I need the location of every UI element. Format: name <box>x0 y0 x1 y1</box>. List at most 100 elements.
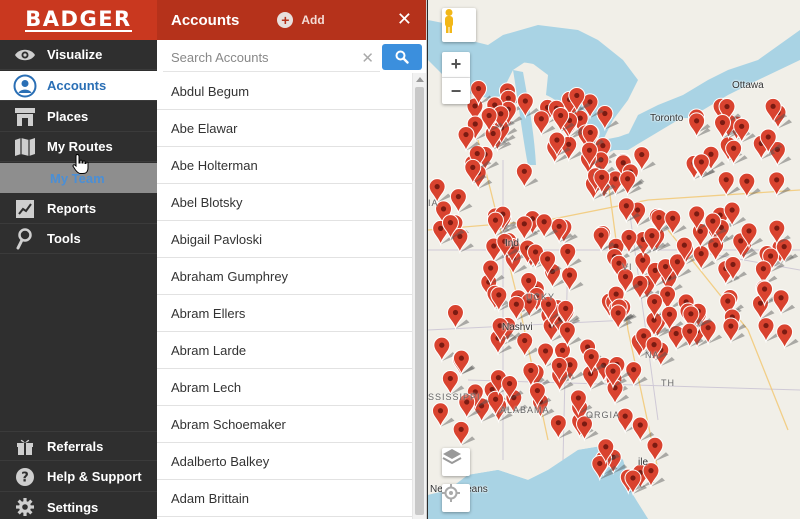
map-pin-dot <box>532 249 539 255</box>
map-pin-dot <box>577 115 583 121</box>
nav-item-reports[interactable]: Reports <box>0 194 157 224</box>
nav-item-label: Places <box>47 109 89 124</box>
nav-item-label: Visualize <box>47 47 103 62</box>
nav-item-label: Help & Support <box>47 469 142 484</box>
nav-item-label: Tools <box>47 231 81 246</box>
map-label-nashvi: Nashvi <box>502 322 533 333</box>
map-label-orgia: ORGIA <box>586 410 621 420</box>
map-pin-dot <box>498 111 504 117</box>
storefront-icon <box>13 105 37 129</box>
nav-item-label: Accounts <box>47 78 107 93</box>
map-pin-dot <box>622 413 628 419</box>
map-pin-dot <box>731 145 737 151</box>
account-list-item[interactable]: Adam Brittain <box>157 480 413 517</box>
map-pin-dot <box>774 177 780 183</box>
map-layers-button[interactable] <box>442 448 470 476</box>
map-pin-dot <box>673 330 679 337</box>
map-label-ia: IA <box>428 198 439 208</box>
account-list-item[interactable]: Abraham Gumphrey <box>157 258 413 295</box>
add-label: Add <box>301 13 325 27</box>
nav-item-settings[interactable]: Settings <box>0 492 157 519</box>
close-panel-button[interactable]: ✕ <box>397 9 412 30</box>
street-view-pegman[interactable] <box>442 8 476 42</box>
map-pin-dot <box>541 219 547 225</box>
account-list-item[interactable]: Abigail Pavloski <box>157 221 413 258</box>
account-list-item[interactable]: Abram Larde <box>157 332 413 369</box>
nav-item-label: Settings <box>47 499 99 515</box>
map-pin-dot <box>567 362 573 368</box>
map-pin-dot <box>544 256 551 262</box>
map-pin-dot <box>555 420 561 426</box>
map-pin-dot <box>674 259 681 265</box>
scroll-up-arrow-icon[interactable] <box>416 77 424 82</box>
account-name: Abram Schoemaker <box>171 416 286 432</box>
map-pin-dot <box>534 387 540 394</box>
map-pin-dot <box>599 174 605 180</box>
map-pin-dot <box>651 341 657 348</box>
account-list-item[interactable]: Abe Holterman <box>157 147 413 184</box>
map-pin-dot <box>455 194 462 200</box>
account-list-item[interactable]: Adalberto Balkey <box>157 443 413 480</box>
nav-item-places[interactable]: Places <box>0 102 157 132</box>
map-pin-dot <box>452 309 459 316</box>
nav-item-help-support[interactable]: ? Help & Support <box>0 462 157 492</box>
map-pin-dot <box>710 218 716 224</box>
map-pin-dot <box>538 116 544 122</box>
map-pin-dot <box>542 348 549 354</box>
map-pin-dot <box>763 322 769 329</box>
pegman-icon <box>445 9 453 33</box>
clear-search-icon[interactable]: ✕ <box>361 49 374 67</box>
map-pin-dot <box>625 176 631 182</box>
crosshair-icon <box>442 484 460 502</box>
map-label-toronto: Toronto <box>650 113 684 124</box>
map-label-ssissippi: SSISSIPPI <box>428 392 481 402</box>
map-pin-dot <box>496 292 502 298</box>
account-list-item[interactable]: Abram Schoemaker <box>157 406 413 443</box>
add-account-button[interactable]: + Add <box>277 12 325 28</box>
account-list-item[interactable]: Abram Lech <box>157 369 413 406</box>
map-pin-dot <box>559 347 566 353</box>
map-pin-dot <box>437 408 444 414</box>
account-list-item[interactable]: Abdul Begum <box>157 73 413 110</box>
svg-text:?: ? <box>21 470 29 485</box>
nav-item-accounts[interactable]: Accounts <box>0 71 157 101</box>
account-list-item[interactable]: Abel Blotsky <box>157 184 413 221</box>
map-pin-dot <box>778 295 784 301</box>
account-list-item[interactable]: Abram Ellers <box>157 295 413 332</box>
map-pin-dot <box>774 225 780 231</box>
search-button[interactable] <box>382 44 422 70</box>
map-pin-dot <box>615 310 621 316</box>
map-view[interactable]: Toronto Ottawa Ind IA VI UCKY SSISSIPPI … <box>428 0 800 519</box>
map-pin-dot <box>687 328 693 334</box>
map-pin-dot <box>566 272 573 278</box>
map-pin-dot <box>488 265 494 271</box>
nav-item-referrals[interactable]: Referrals <box>0 431 157 461</box>
map-pin-dot <box>438 225 444 231</box>
map-pin-dot <box>581 421 588 427</box>
map-pin-dot <box>554 137 560 143</box>
map-pin-dot <box>739 123 745 129</box>
map-pin-dot <box>760 266 766 272</box>
zoom-in-button[interactable]: + <box>442 52 470 78</box>
map-pin-dot <box>463 131 469 138</box>
map-pin-dot <box>486 112 492 119</box>
map-pin-dot <box>664 291 671 297</box>
my-location-button[interactable] <box>442 484 470 512</box>
accounts-scrollbar[interactable] <box>412 73 426 519</box>
map-pin-dot <box>620 160 626 166</box>
nav-item-tools[interactable]: Tools <box>0 224 157 254</box>
brand-logo[interactable]: BADGER <box>0 0 157 40</box>
zoom-out-button[interactable]: − <box>442 78 470 104</box>
account-list-item[interactable]: Abe Elawar <box>157 110 413 147</box>
map-pin-dot <box>651 317 657 323</box>
map-pin-dot <box>506 380 513 387</box>
map-pin-dot <box>723 177 729 183</box>
account-name: Abram Larde <box>171 342 247 358</box>
map-pin-dot <box>597 460 603 467</box>
map-pin-dot <box>610 368 616 374</box>
search-accounts-input[interactable] <box>163 44 380 72</box>
nav-item-label: My Routes <box>47 139 113 154</box>
map-pin-dot <box>713 242 719 248</box>
nav-item-visualize[interactable]: Visualize <box>0 40 157 70</box>
scroll-thumb[interactable] <box>415 87 424 515</box>
